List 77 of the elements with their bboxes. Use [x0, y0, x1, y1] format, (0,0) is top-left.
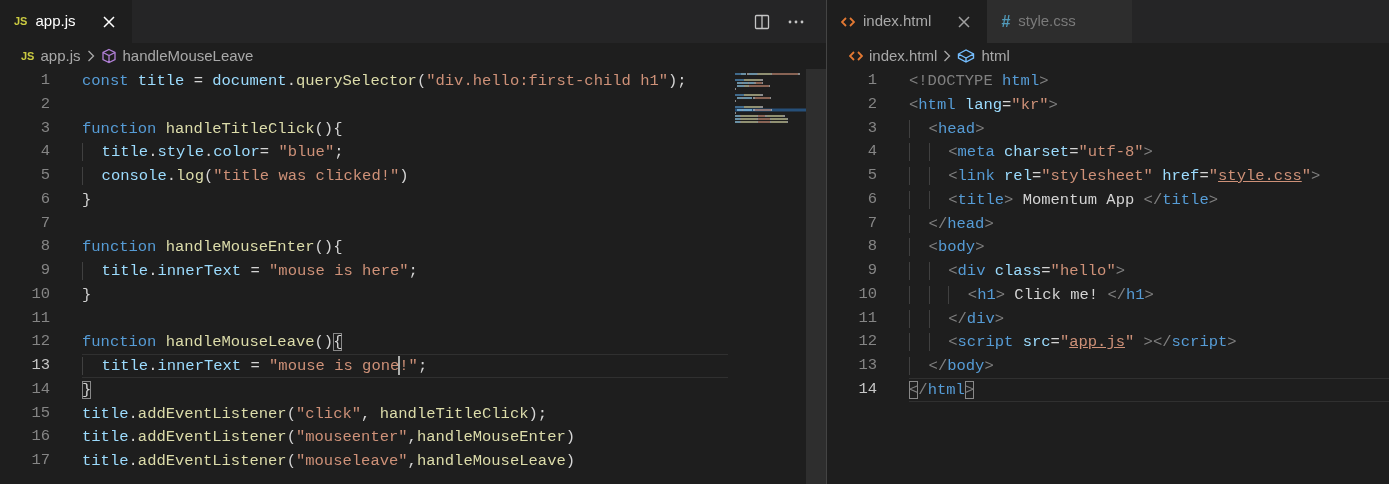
box-icon [957, 48, 976, 64]
code-line: </div> [909, 306, 1389, 331]
code-line: <meta charset="utf-8"> [909, 140, 1389, 164]
code-line: <!DOCTYPE html> [909, 71, 1050, 92]
code-line: title.innerText = "mouse is here"; [82, 259, 728, 283]
line-number: 4 [866, 141, 877, 163]
breadcrumb-item[interactable]: html [981, 44, 1010, 68]
chevron-right-icon [943, 50, 952, 62]
code-line: title.addEventListener("mouseenter",handleMouseEnter) [82, 427, 577, 449]
line-number: 12 [857, 331, 877, 353]
line-number: 13 [30, 355, 50, 376]
code-line: title.addEventListener("click", handleTitleClick); [82, 403, 549, 425]
scrollbar[interactable] [805, 69, 826, 484]
code-line: } [82, 189, 93, 211]
line-number: 1 [39, 70, 50, 91]
code-brackets-icon [849, 50, 863, 62]
line-number: 15 [30, 402, 50, 424]
js-icon: JS [14, 13, 28, 30]
breadcrumb-item[interactable]: app.js [40, 44, 81, 68]
code-line: const title = document.querySelector("div.hello:first-child h1"); [82, 71, 688, 92]
code-line: function handleMouseEnter(){ [82, 237, 344, 259]
code-line: } [82, 284, 93, 306]
code-line: function handleTitleClick(){ [82, 118, 344, 140]
hash-icon: # [1001, 9, 1011, 34]
code-line: title.style.color= "blue"; [82, 140, 728, 164]
editor-tab[interactable]: # style.css [987, 0, 1132, 43]
split-editor-icon[interactable] [754, 13, 770, 30]
line-number: 17 [30, 450, 50, 471]
line-number: 2 [866, 93, 877, 115]
more-icon[interactable] [788, 19, 804, 24]
line-number: 10 [30, 283, 50, 305]
code-line: title.addEventListener("mouseleave",handleMouseLeave) [82, 451, 577, 472]
line-number: 6 [866, 188, 877, 210]
editor-tab[interactable]: index.html [827, 0, 988, 43]
code-line: <html lang="kr"> [909, 94, 1059, 116]
line-number: 3 [39, 117, 50, 139]
code-line: <title> Momentum App </title> [909, 187, 1389, 212]
code-line: title.innerText = "mouse is gone!"; [82, 354, 728, 378]
line-number: 8 [39, 236, 50, 258]
code-line: <h1> Click me! </h1> [909, 282, 1389, 307]
line-number: 13 [857, 355, 877, 376]
line-number: 9 [39, 260, 50, 281]
line-number: 11 [857, 307, 877, 329]
line-number: 7 [866, 212, 877, 234]
code-line: </head> [909, 211, 1389, 236]
code-line: <body> [909, 235, 1389, 259]
line-number: 2 [39, 93, 50, 115]
line-number: 1 [866, 70, 877, 91]
line-number: 14 [857, 378, 877, 400]
editor-tab[interactable]: JS app.js [0, 0, 132, 43]
line-number: 14 [30, 378, 50, 400]
line-number: 6 [39, 188, 50, 210]
line-number: 5 [866, 165, 877, 186]
line-number: 10 [857, 283, 877, 305]
breadcrumb-item[interactable]: handleMouseLeave [122, 44, 254, 68]
line-number: 9 [866, 260, 877, 281]
code-line: <link rel="stylesheet" href="style.css"> [909, 164, 1389, 188]
chevron-right-icon [86, 50, 95, 62]
line-number: 3 [866, 117, 877, 139]
code-line: </body> [909, 354, 1389, 378]
line-number: 12 [30, 331, 50, 353]
code-line: <div class="hello"> [909, 259, 1389, 283]
close-icon[interactable] [957, 14, 972, 29]
line-number: 16 [30, 426, 50, 448]
line-number: 11 [30, 307, 50, 329]
code-line: <script src="app.js" ></script> [909, 330, 1389, 354]
line-number: 7 [39, 212, 50, 234]
line-number: 4 [39, 141, 50, 163]
cube-icon [100, 48, 117, 64]
breadcrumb-item[interactable]: index.html [869, 44, 938, 68]
code-line: <head> [909, 116, 1389, 141]
code-line: console.log("title was clicked!") [82, 164, 728, 188]
line-number: 8 [866, 236, 877, 258]
code-line: } [82, 379, 93, 401]
line-number: 5 [39, 165, 50, 186]
js-icon: JS [21, 47, 35, 65]
code-brackets-icon [841, 15, 855, 28]
